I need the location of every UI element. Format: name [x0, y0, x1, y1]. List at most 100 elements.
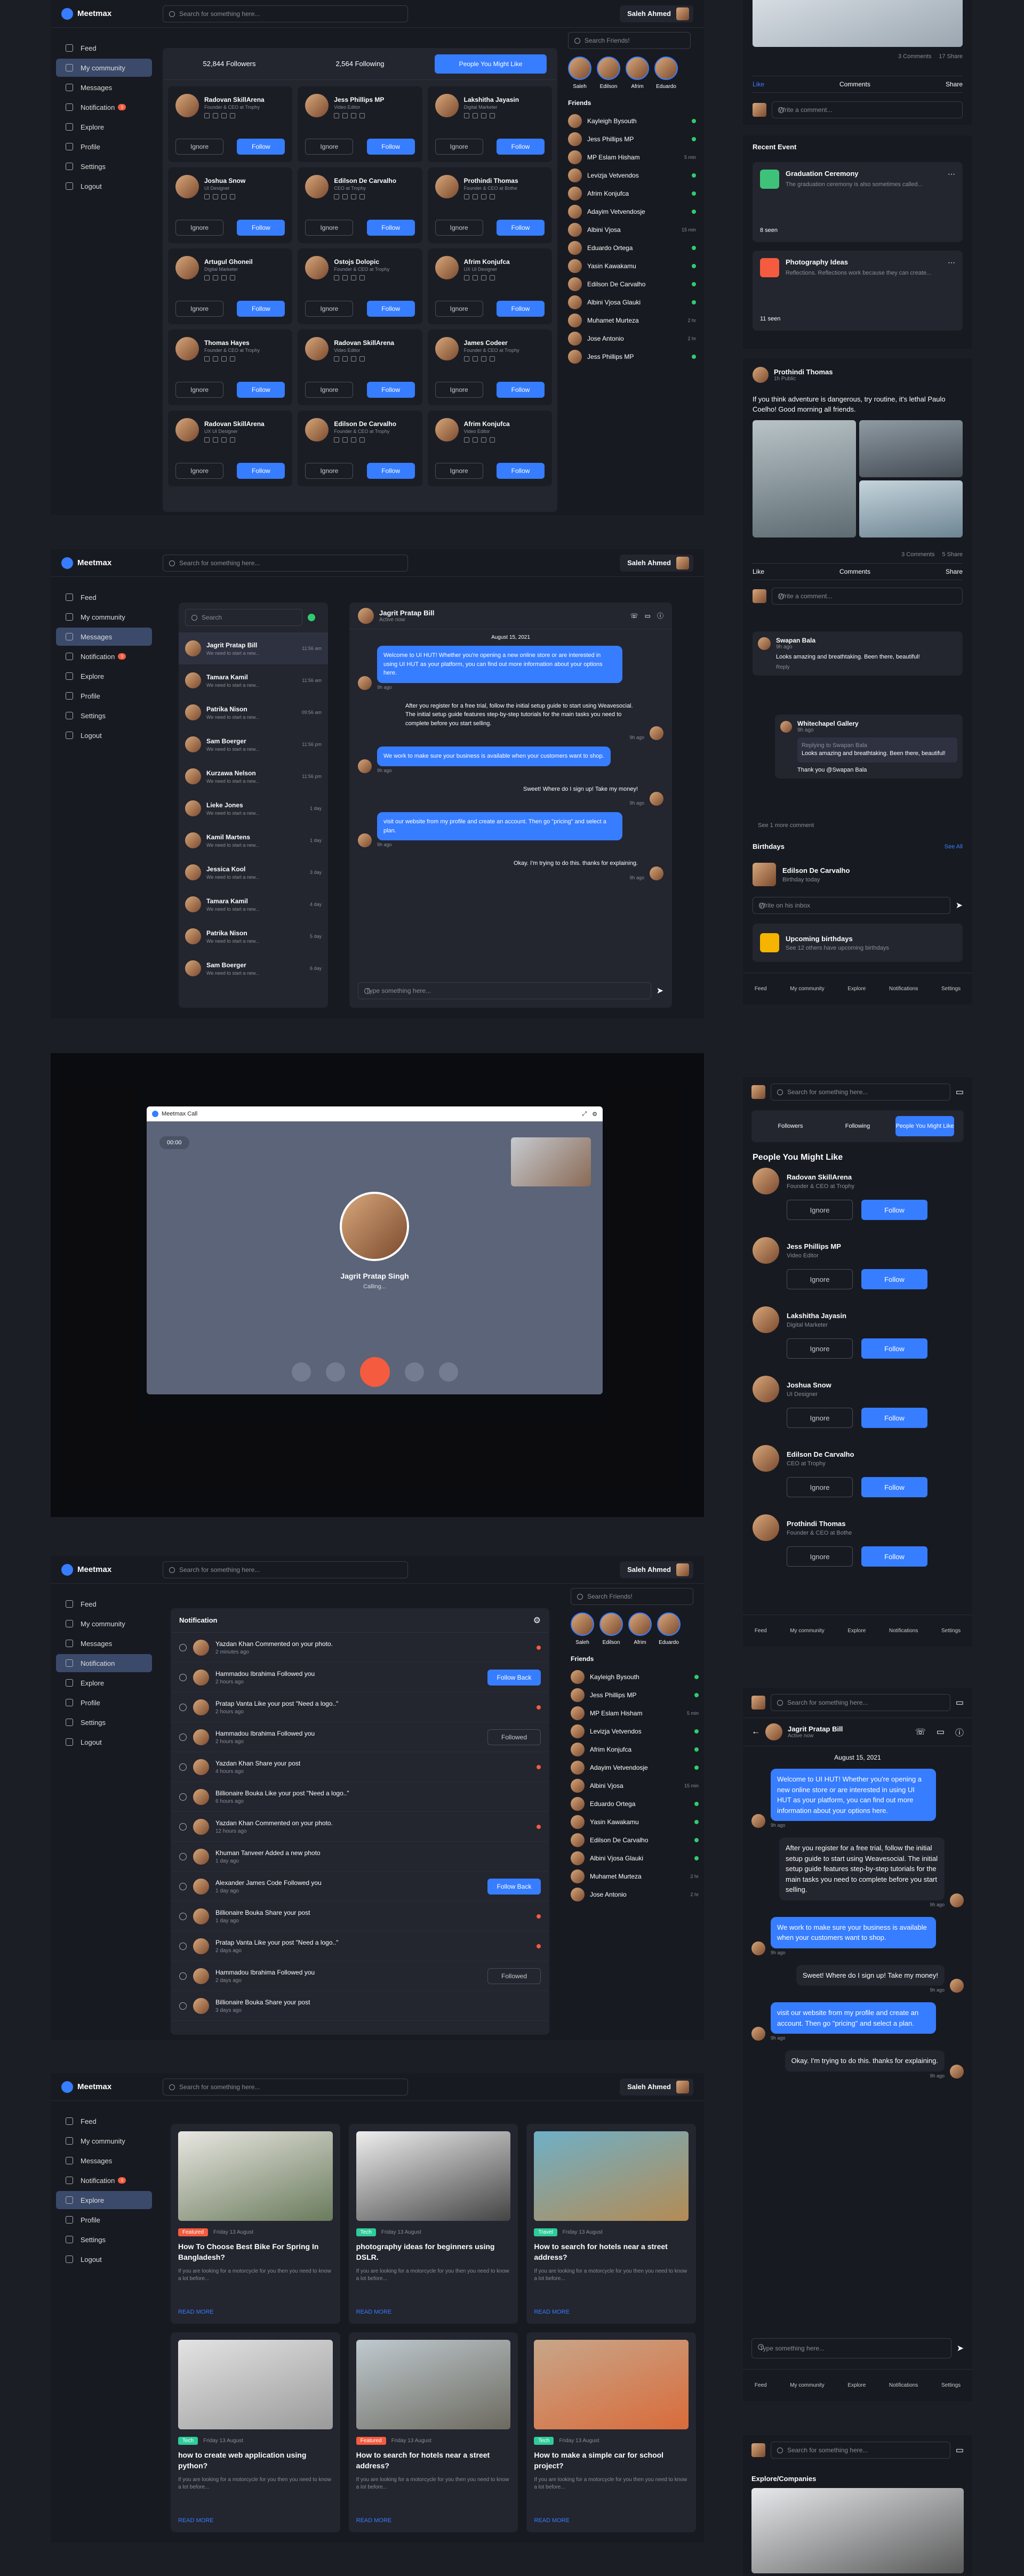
logo[interactable]: Meetmax	[61, 557, 163, 569]
article-card[interactable]: Tech Friday 13 August How to make a simple…	[526, 2332, 696, 2532]
ignore-button[interactable]: Ignore	[175, 382, 223, 398]
bottom-nav-settings[interactable]: Settings	[941, 1628, 961, 1634]
friends-search-input[interactable]: Search Friends!	[568, 32, 691, 49]
notification-item[interactable]: Billionaire Bouka Like your post "Need a…	[171, 1782, 549, 1812]
bottom-nav-feed[interactable]: Feed	[755, 2382, 767, 2388]
social-icon[interactable]	[489, 437, 495, 443]
social-icon[interactable]	[204, 437, 210, 443]
follow-button[interactable]: Follow	[496, 139, 545, 155]
ignore-button[interactable]: Ignore	[787, 1477, 853, 1497]
end-call-button[interactable]	[359, 1357, 390, 1387]
social-icon[interactable]	[334, 113, 340, 118]
social-icon[interactable]	[481, 356, 486, 362]
message-input[interactable]: Type something here...	[358, 982, 651, 999]
social-icon[interactable]	[334, 437, 340, 443]
social-icon[interactable]	[472, 275, 478, 280]
chat-icon[interactable]: ▭	[956, 1697, 964, 1708]
bottom-nav-explore[interactable]: Explore	[847, 2382, 866, 2388]
conversation-item[interactable]: Lieke Jones We need to start a new... 1 da…	[179, 792, 328, 824]
sidebar-item-explore[interactable]: Explore	[56, 2191, 152, 2209]
follow-button[interactable]: Follow	[861, 1200, 927, 1220]
info-icon[interactable]: ⓘ	[657, 611, 663, 620]
follow-button[interactable]: Follow	[237, 301, 285, 317]
friend-item[interactable]: Jess Phillips MP	[568, 130, 696, 148]
bottom-nav-notifications[interactable]: Notifications	[889, 1628, 918, 1634]
follow-button[interactable]: Follow	[366, 139, 415, 155]
social-icon[interactable]	[204, 356, 210, 362]
more-icon[interactable]: ⋯	[948, 170, 955, 179]
social-icon[interactable]	[230, 356, 235, 362]
bottom-nav-my-community[interactable]: My community	[790, 1628, 824, 1634]
friend-item[interactable]: Adayim Vetvendosje	[568, 203, 696, 221]
logo[interactable]: Meetmax	[61, 2081, 163, 2093]
settings-icon[interactable]: ⚙	[533, 1615, 541, 1626]
chat-icon[interactable]	[438, 1362, 458, 1382]
social-icon[interactable]	[489, 356, 495, 362]
social-icon[interactable]	[472, 356, 478, 362]
friend-item[interactable]: Edilson De Carvalho	[571, 1831, 699, 1849]
ignore-button[interactable]: Ignore	[175, 139, 223, 155]
social-icon[interactable]	[463, 437, 469, 443]
social-icon[interactable]	[351, 113, 357, 118]
sidebar-item-profile[interactable]: Profile	[56, 687, 152, 705]
follow-button[interactable]: Follow	[861, 1546, 927, 1567]
more-icon[interactable]: ⋯	[948, 258, 955, 267]
camera-icon[interactable]	[291, 1362, 311, 1382]
follow-button[interactable]: Follow	[496, 220, 545, 236]
search-input[interactable]: Search for something here...	[771, 1694, 950, 1711]
sidebar-item-explore[interactable]: Explore	[56, 118, 152, 136]
social-icon[interactable]	[489, 194, 495, 199]
notification-item[interactable]: Khuman Tanveer Added a new photo 1 day ag…	[171, 1842, 549, 1872]
bottom-nav-feed[interactable]: Feed	[755, 986, 767, 992]
social-icon[interactable]	[213, 437, 218, 443]
conversation-item[interactable]: Tamara Kamil We need to start a new... 4 d…	[179, 888, 328, 920]
conversation-item[interactable]: Sam Boerger We need to start a new... 6 da…	[179, 952, 328, 984]
social-icon[interactable]	[213, 194, 218, 199]
sidebar-item-messages[interactable]: Messages	[56, 2152, 152, 2170]
bottom-nav-notifications[interactable]: Notifications	[889, 986, 918, 992]
search-input[interactable]: Search for something here...	[163, 554, 408, 572]
sidebar-item-feed[interactable]: Feed	[56, 2112, 152, 2130]
article-card[interactable]: Featured Friday 13 August How To Choose Be…	[171, 2124, 340, 2324]
article-card[interactable]: Featured Friday 13 August How to search fo…	[348, 2332, 518, 2532]
following-tab[interactable]: 2,564 Following	[304, 60, 416, 68]
friend-item[interactable]: Afrim Konjufca	[571, 1740, 699, 1759]
tab-people-you-might-like[interactable]: People You Might Like	[895, 1116, 954, 1136]
friend-item[interactable]: Yasin Kawakamu	[568, 257, 696, 275]
sidebar-item-settings[interactable]: Settings	[56, 1713, 152, 1731]
screen-share-icon[interactable]	[404, 1362, 424, 1382]
message-input[interactable]: Type something here...	[751, 2338, 951, 2358]
conversation-item[interactable]: Jagrit Pratap Bill We need to start a new…	[179, 632, 328, 664]
search-input[interactable]: Search for something here...	[163, 1561, 408, 1578]
sidebar-item-logout[interactable]: Logout	[56, 177, 152, 195]
social-icon[interactable]	[342, 437, 348, 443]
social-icon[interactable]	[221, 113, 227, 118]
bottom-nav-settings[interactable]: Settings	[941, 986, 961, 992]
inbox-input[interactable]: Write on his inbox	[753, 897, 950, 914]
notification-item[interactable]: Yazdan Khan Commented on your photo. 2 mi…	[171, 1633, 549, 1663]
social-icon[interactable]	[230, 275, 235, 280]
radio-icon[interactable]	[179, 1733, 187, 1741]
notification-item[interactable]: Alexander James Code Followed you 1 day a…	[171, 1872, 549, 1901]
article-card[interactable]: Tech Friday 13 August photography ideas fo…	[348, 2124, 518, 2324]
bottom-nav-my-community[interactable]: My community	[790, 2382, 824, 2388]
phone-icon[interactable]: ☏	[630, 612, 638, 620]
radio-icon[interactable]	[179, 1882, 187, 1890]
social-icon[interactable]	[230, 113, 235, 118]
friend-item[interactable]: MP Eslam Hisham 5 min	[568, 148, 696, 166]
social-icon[interactable]	[334, 275, 340, 280]
ignore-button[interactable]: Ignore	[787, 1546, 853, 1567]
tab-following[interactable]: Following	[828, 1116, 887, 1136]
ignore-button[interactable]: Ignore	[175, 463, 223, 479]
followed-button[interactable]: Followed	[487, 1729, 541, 1745]
ignore-button[interactable]: Ignore	[435, 463, 483, 479]
social-icon[interactable]	[359, 275, 365, 280]
friend-item[interactable]: Kayleigh Bysouth	[571, 1668, 699, 1686]
reply-link[interactable]: Reply	[776, 664, 957, 670]
follow-button[interactable]: Follow	[237, 139, 285, 155]
radio-icon[interactable]	[179, 1703, 187, 1711]
social-icon[interactable]	[359, 437, 365, 443]
sidebar-item-explore[interactable]: Explore	[56, 667, 152, 685]
friend-item[interactable]: Kayleigh Bysouth	[568, 112, 696, 130]
follow-button[interactable]: Follow	[496, 301, 545, 317]
